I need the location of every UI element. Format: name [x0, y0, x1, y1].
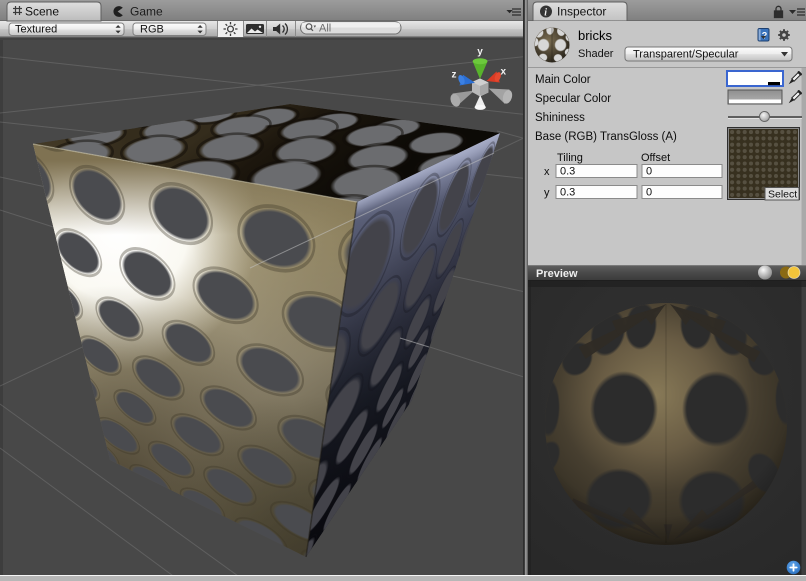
- svg-text:RGB: RGB: [140, 24, 164, 36]
- svg-text:Inspector: Inspector: [557, 5, 606, 19]
- svg-text:Select: Select: [768, 189, 797, 201]
- svg-text:Offset: Offset: [641, 152, 670, 164]
- svg-text:x: x: [544, 166, 550, 178]
- svg-text:y: y: [477, 47, 483, 58]
- svg-text:x: x: [501, 67, 507, 78]
- svg-text:Shininess: Shininess: [535, 112, 585, 124]
- svg-text:0: 0: [646, 187, 652, 199]
- svg-text:Specular Color: Specular Color: [535, 93, 611, 105]
- svg-text:Game: Game: [130, 5, 163, 19]
- svg-text:?: ?: [762, 31, 768, 41]
- svg-text:0: 0: [646, 166, 652, 178]
- svg-text:Tiling: Tiling: [557, 152, 583, 164]
- svg-text:Scene: Scene: [25, 5, 59, 19]
- svg-text:i: i: [544, 8, 547, 19]
- svg-text:Main Color: Main Color: [535, 74, 591, 86]
- svg-text:Preview: Preview: [536, 268, 578, 280]
- svg-text:0.3: 0.3: [560, 187, 575, 199]
- svg-text:Base (RGB) TransGloss (A): Base (RGB) TransGloss (A): [535, 131, 677, 143]
- svg-text:Shader: Shader: [578, 48, 614, 60]
- svg-text:Textured: Textured: [15, 24, 57, 36]
- svg-text:y: y: [544, 187, 550, 199]
- svg-text:All: All: [319, 23, 331, 35]
- svg-text:z: z: [452, 70, 457, 81]
- svg-text:0.3: 0.3: [560, 166, 575, 178]
- svg-text:Transparent/Specular: Transparent/Specular: [633, 49, 739, 61]
- svg-text:bricks: bricks: [578, 28, 612, 43]
